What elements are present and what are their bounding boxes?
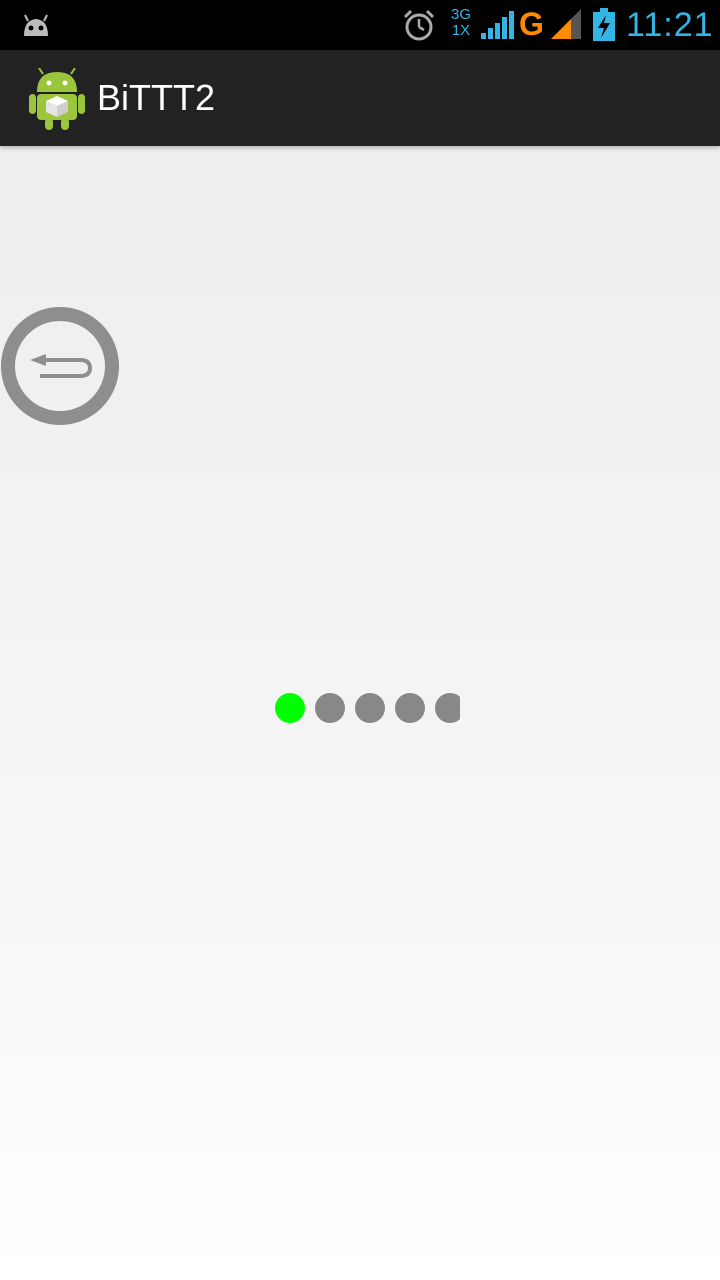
status-bar: 3G 1X G 11:21	[0, 0, 720, 50]
back-arrow-icon	[40, 358, 93, 378]
signal-bars-icon	[481, 11, 514, 39]
notification-android-icon	[24, 14, 48, 36]
page-dot	[355, 693, 385, 723]
page-dot	[395, 693, 425, 723]
alarm-icon	[403, 9, 435, 41]
clock: 11:21	[626, 6, 714, 44]
page-dot-active	[275, 693, 305, 723]
action-bar: BiTTT2	[0, 50, 720, 146]
page-dot	[435, 693, 460, 723]
page-indicator	[275, 693, 460, 723]
battery-charging-icon	[593, 8, 615, 41]
network-type-bottom: 1X	[451, 22, 471, 39]
back-button[interactable]	[0, 306, 120, 426]
data-type-indicator: G	[519, 6, 544, 42]
cell-signal-icon	[551, 9, 581, 39]
page-dot	[315, 693, 345, 723]
network-type-top: 3G	[450, 6, 471, 23]
app-title: BiTTT2	[97, 77, 216, 118]
android-app-icon	[29, 68, 85, 130]
network-type: 3G 1X	[449, 7, 473, 39]
